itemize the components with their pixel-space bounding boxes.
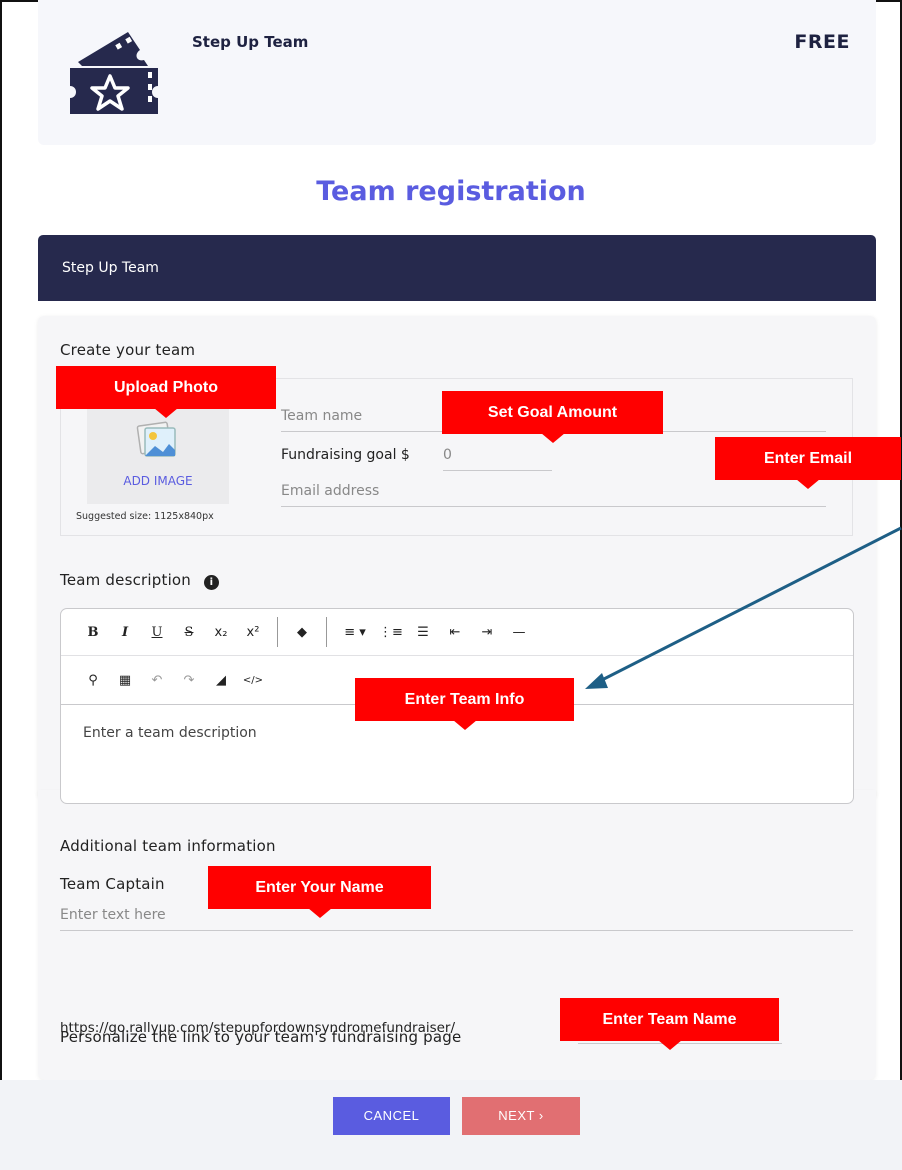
annotation-arrow (585, 526, 902, 689)
